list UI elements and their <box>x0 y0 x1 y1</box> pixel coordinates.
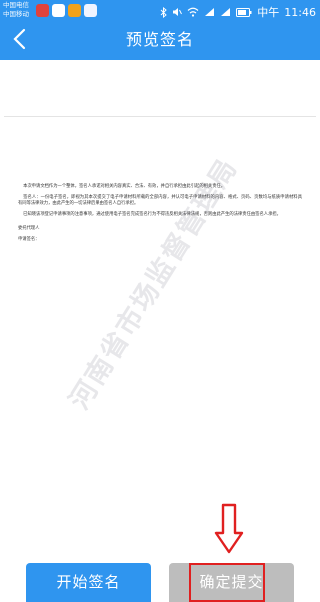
start-signature-button[interactable]: 开始签名 <box>26 563 151 602</box>
battery-icon <box>236 7 252 17</box>
signature-label: 申请签名： <box>18 237 40 242</box>
app-notification-icon <box>36 4 49 17</box>
signal-icon <box>220 7 231 17</box>
nav-bar: 预览签名 <box>0 22 320 60</box>
sim-signal-icon <box>204 7 215 17</box>
clock: 11:46 <box>284 5 316 19</box>
document-paragraph: 签名人：一份电子签名，即视为其本次提交了电子申请材料所载的全部内容，并认可电子申… <box>18 195 302 206</box>
carrier-1: 中国电信 <box>3 2 29 9</box>
document-preview: 本次申请文档作为一个整体，签名人承诺对相关内容真实、合法、有效，并自行承担由此引… <box>0 60 320 550</box>
bluetooth-icon <box>160 6 168 18</box>
app-notification-icon <box>52 4 65 17</box>
app-screen: 中国电信 中国移动 中午 11:46 预览签名 本次申请文档作为一个整体，签名人… <box>0 0 320 602</box>
document-paragraph: 已知晓该项登记申请事项的注意事项，通过使用电子签名完成签名行为不得违反相关法律法… <box>23 212 281 217</box>
document-text: 本次申请文档作为一个整体，签名人承诺对相关内容真实、合法、有效，并自行承担由此引… <box>18 184 302 248</box>
signature-label: 委托代理人 <box>18 226 40 231</box>
app-notification-icon <box>68 4 81 17</box>
arrow-down-icon <box>214 503 244 554</box>
status-bar: 中国电信 中国移动 中午 11:46 <box>0 0 320 22</box>
carrier-2: 中国移动 <box>3 11 29 18</box>
network-label: 中午 <box>257 6 280 19</box>
system-icons: 中午 11:46 <box>160 4 316 20</box>
carrier-labels: 中国电信 中国移动 <box>3 1 29 19</box>
mute-icon <box>172 7 183 17</box>
confirm-submit-button[interactable]: 确定提交 <box>169 563 294 602</box>
wifi-icon <box>187 7 199 17</box>
document-paragraph: 本次申请文档作为一个整体，签名人承诺对相关内容真实、合法、有效，并自行承担由此引… <box>23 184 226 189</box>
app-notification-icon <box>84 4 97 17</box>
page-title: 预览签名 <box>125 32 194 49</box>
document-divider <box>4 116 316 117</box>
notification-icons <box>36 4 97 17</box>
